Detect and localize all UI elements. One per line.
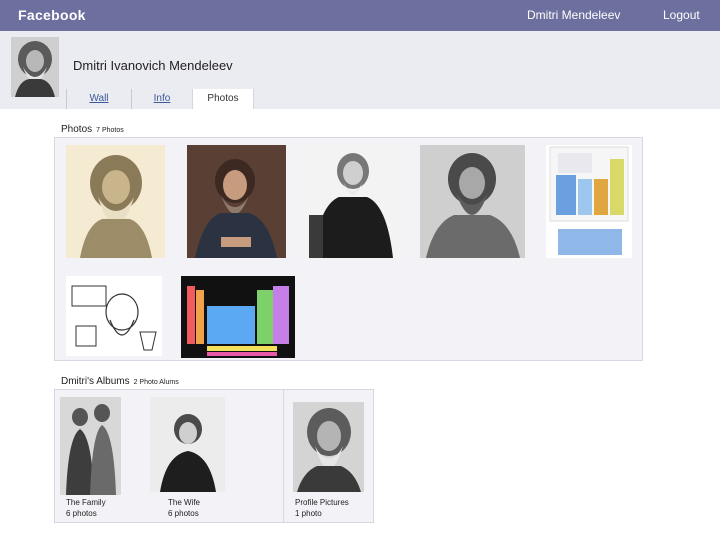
album-photo-count: 6 photos [168, 509, 199, 518]
photo-thumbnail[interactable] [420, 145, 525, 258]
album-photo-count: 6 photos [66, 509, 97, 518]
photo-thumbnail[interactable] [546, 145, 632, 258]
photos-count: 7 Photos [96, 127, 124, 134]
album-caption-the-family: The Family 6 photos [66, 497, 106, 519]
album-divider [283, 390, 284, 522]
profile-avatar[interactable] [11, 37, 59, 97]
album-name[interactable]: The Wife [168, 497, 200, 508]
photo-thumbnail[interactable] [187, 145, 286, 258]
albums-count: 2 Photo Alums [133, 379, 179, 386]
tab-photos[interactable]: Photos [192, 89, 254, 109]
photos-section-title: Photos 7 Photos [61, 124, 124, 135]
album-photo-count: 1 photo [295, 509, 322, 518]
tab-wall[interactable]: Wall [66, 89, 132, 109]
top-navigation-bar: Facebook Dmitri Mendeleev Logout [0, 0, 720, 31]
photos-grid [54, 137, 643, 361]
profile-header: Dmitri Ivanovich Mendeleev Wall Info Pho… [0, 31, 720, 109]
albums-heading: Dmitri's Albums [61, 376, 130, 387]
photo-thumbnail[interactable] [66, 145, 165, 258]
photos-heading: Photos [61, 124, 93, 135]
tab-info[interactable]: Info [132, 89, 192, 109]
albums-panel: The Family 6 photos The Wife 6 photos Pr… [54, 389, 374, 523]
album-name[interactable]: The Family [66, 497, 106, 508]
album-caption-profile-pictures: Profile Pictures 1 photo [295, 497, 349, 519]
album-cover-the-family[interactable] [60, 397, 121, 495]
album-name[interactable]: Profile Pictures [295, 497, 349, 508]
profile-name: Dmitri Ivanovich Mendeleev [73, 58, 233, 73]
current-user-link[interactable]: Dmitri Mendeleev [527, 8, 620, 22]
photo-thumbnail[interactable] [66, 276, 162, 356]
album-caption-the-wife: The Wife 6 photos [168, 497, 200, 519]
logout-link[interactable]: Logout [663, 8, 700, 22]
photo-thumbnail[interactable] [301, 145, 403, 258]
photo-thumbnail[interactable] [181, 276, 295, 358]
album-cover-the-wife[interactable] [150, 397, 225, 492]
facebook-logo-link[interactable]: Facebook [18, 7, 86, 23]
albums-section-title: Dmitri's Albums 2 Photo Alums [61, 376, 179, 387]
album-cover-profile-pictures[interactable] [293, 402, 364, 492]
